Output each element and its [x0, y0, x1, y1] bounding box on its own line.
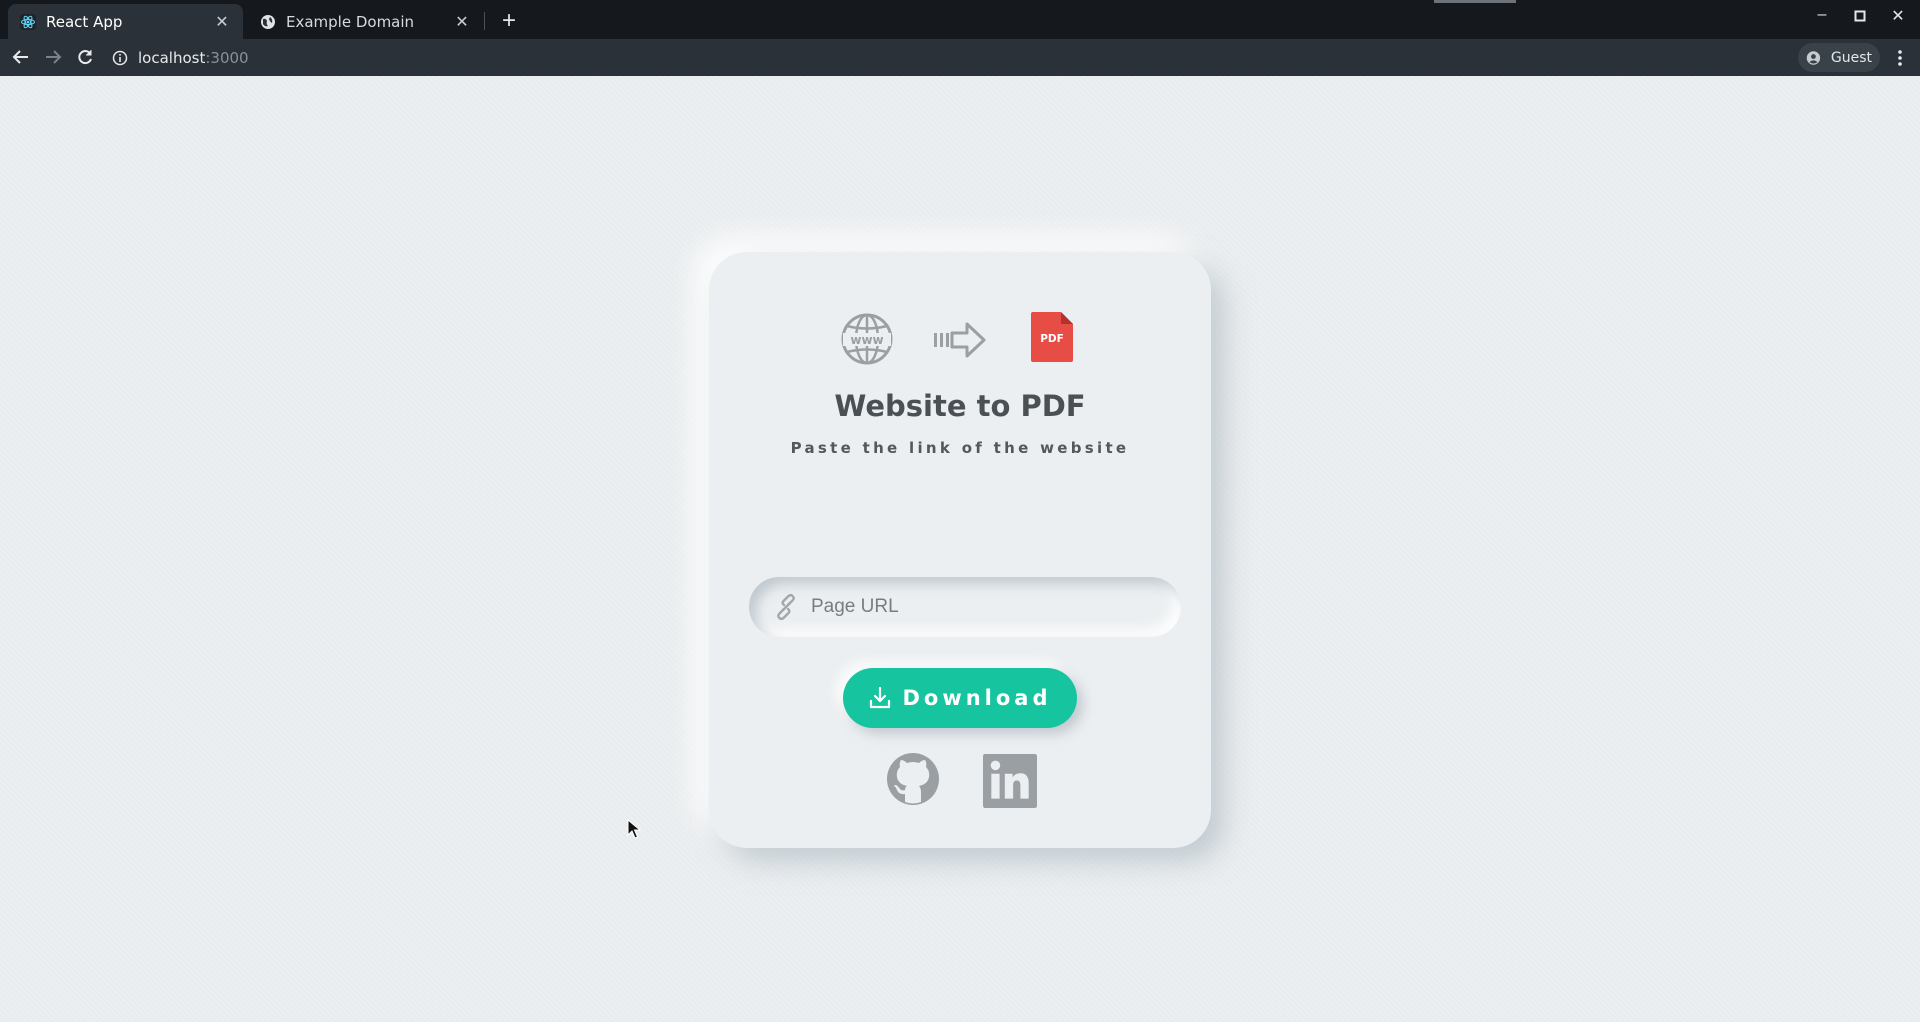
- kebab-menu-icon[interactable]: [1890, 48, 1910, 68]
- header-icons: www PDF: [709, 312, 1211, 372]
- tab-example-domain[interactable]: Example Domain ✕: [248, 4, 483, 39]
- page-subtitle: Paste the link of the website: [790, 439, 1130, 457]
- download-icon: [870, 686, 891, 709]
- svg-text:www: www: [850, 333, 883, 347]
- forward-arrow-icon[interactable]: [40, 44, 66, 70]
- globe-icon: [261, 14, 275, 29]
- link-icon: [777, 594, 795, 620]
- url-input[interactable]: [811, 596, 1151, 618]
- plus-icon[interactable]: +: [496, 7, 522, 35]
- tab-separator: [484, 12, 485, 30]
- browser-toolbar: localhost:3000 Guest: [0, 39, 1920, 76]
- download-button[interactable]: Download: [843, 668, 1077, 728]
- tab-title: React App: [46, 12, 123, 31]
- info-icon[interactable]: [112, 50, 128, 66]
- tab-react-app[interactable]: React App ✕: [8, 4, 243, 39]
- window-drag-strip: [1434, 0, 1516, 3]
- url-host: localhost: [138, 48, 206, 67]
- react-logo-icon: [20, 13, 36, 30]
- page-title: Website to PDF: [834, 389, 1086, 423]
- maximize-icon[interactable]: [1845, 6, 1875, 27]
- browser-tab-bar: React App ✕ Example Domain ✕ + – ✕: [0, 0, 1920, 39]
- pdf-file-icon: PDF: [1031, 312, 1073, 362]
- linkedin-icon[interactable]: [983, 754, 1037, 808]
- tab-title: Example Domain: [286, 12, 415, 31]
- account-circle-icon: [1806, 50, 1821, 65]
- back-arrow-icon[interactable]: [8, 44, 34, 70]
- profile-label: Guest: [1830, 49, 1872, 66]
- arrow-right-icon: [934, 322, 986, 358]
- pdf-label: PDF: [1040, 333, 1064, 345]
- close-tab-icon[interactable]: ✕: [213, 12, 231, 31]
- address-bar[interactable]: localhost:3000: [112, 43, 1792, 72]
- profile-button[interactable]: Guest: [1798, 43, 1880, 72]
- reload-icon[interactable]: [72, 44, 98, 70]
- github-icon[interactable]: [886, 752, 940, 806]
- close-icon[interactable]: ✕: [1883, 6, 1913, 26]
- www-globe-icon: www: [841, 313, 893, 365]
- minimize-icon[interactable]: –: [1807, 6, 1837, 24]
- url-field[interactable]: [749, 577, 1181, 637]
- page-viewport: www PDF Website to PDF Paste the link of…: [0, 76, 1920, 1022]
- url-port: :3000: [205, 48, 249, 67]
- download-label: Download: [902, 686, 1052, 710]
- close-tab-icon[interactable]: ✕: [453, 12, 471, 31]
- converter-card: www PDF Website to PDF Paste the link of…: [709, 252, 1211, 848]
- mouse-cursor-icon: [627, 819, 641, 839]
